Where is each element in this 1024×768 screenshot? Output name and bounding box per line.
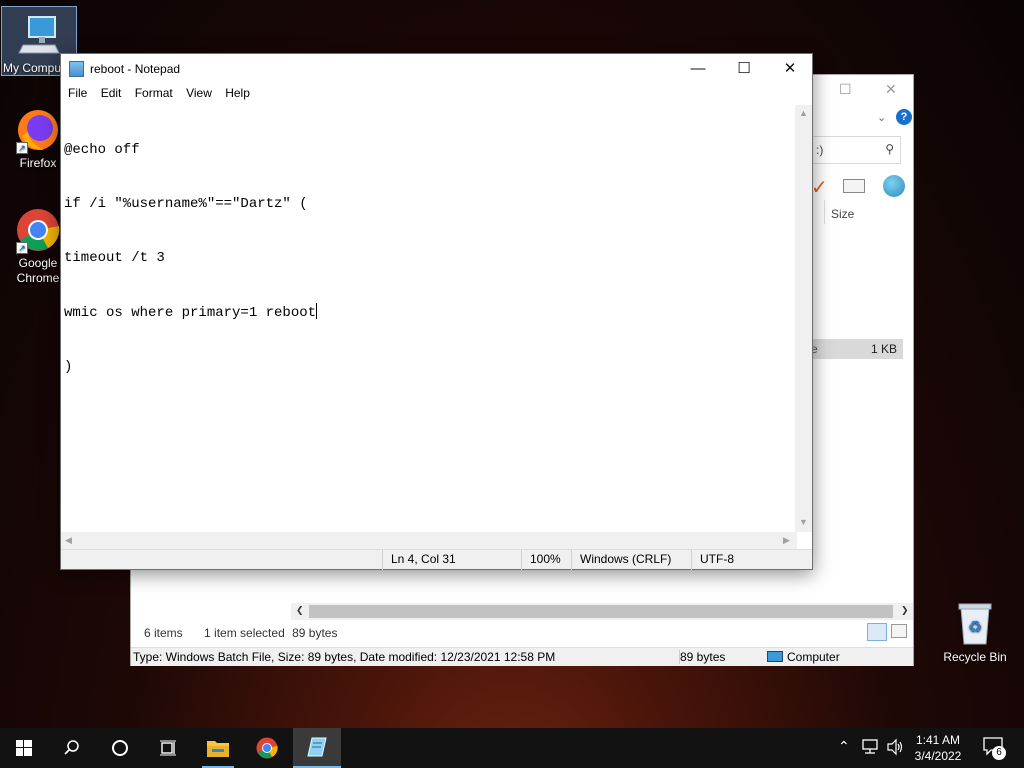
scroll-left-icon[interactable]: ❮ <box>296 605 304 616</box>
selection-count: 1 item selected <box>204 626 285 640</box>
chrome-icon: ↗ <box>14 206 62 254</box>
desktop-icon-label: Recycle Bin <box>943 650 1007 664</box>
windows-logo-icon <box>16 740 32 756</box>
item-count: 6 items <box>144 626 183 640</box>
show-hidden-icons-icon[interactable]: ⌃ <box>838 738 850 755</box>
folder-icon <box>207 741 229 757</box>
menu-help[interactable]: Help <box>220 84 255 102</box>
shortcut-arrow-icon: ↗ <box>16 242 28 254</box>
scroll-right-icon[interactable]: ❯ <box>901 605 909 616</box>
shortcut-arrow-icon: ↗ <box>16 142 28 154</box>
search-icon <box>64 740 79 755</box>
cursor-position: Ln 4, Col 31 <box>382 550 456 570</box>
chevron-down-icon[interactable]: ⌄ <box>877 111 886 124</box>
clock-date: 3/4/2022 <box>914 749 962 763</box>
editor-line: wmic os where primary=1 reboot <box>64 305 317 321</box>
clock[interactable]: 1:41 AM 3/4/2022 <box>906 732 970 764</box>
recycle-bin-icon: ♻ <box>951 600 999 648</box>
start-button[interactable] <box>0 728 48 768</box>
line-ending: Windows (CRLF) <box>571 550 671 570</box>
close-button[interactable]: ✕ <box>767 54 813 84</box>
maximize-button[interactable]: ☐ <box>721 54 767 84</box>
taskbar: ⌃ 1:41 AM 3/4/2022 6 <box>0 728 1024 768</box>
checkmark-icon[interactable]: ✓ <box>811 175 828 200</box>
chrome-icon <box>256 737 278 759</box>
selection-size: 89 bytes <box>292 626 338 640</box>
scroll-down-icon[interactable]: ▼ <box>799 517 808 527</box>
volume-icon[interactable] <box>886 738 904 759</box>
firefox-icon: ↗ <box>14 106 62 154</box>
editor-line: if /i "%username%"=="Dartz" ( <box>64 196 308 212</box>
menu-file[interactable]: File <box>63 84 92 102</box>
text-editor[interactable]: @echo off if /i "%username%"=="Dartz" ( … <box>61 105 797 581</box>
editor-line: timeout /t 3 <box>64 250 165 266</box>
horizontal-scrollbar[interactable]: ❮ ❯ <box>291 603 913 620</box>
search-input[interactable]: :) ⚲ <box>811 136 901 164</box>
scroll-right-icon[interactable]: ▶ <box>783 535 790 546</box>
editor-line: ) <box>64 359 73 375</box>
menu-edit[interactable]: Edit <box>96 84 127 102</box>
notepad-status-bar: Ln 4, Col 31 100% Windows (CRLF) UTF-8 <box>61 549 812 570</box>
notepad-icon <box>307 737 327 757</box>
selected-file-row[interactable]: e 1 KB <box>811 339 903 359</box>
file-details-size: 89 bytes <box>679 650 726 664</box>
toolbar-icons: ✓ <box>811 175 911 199</box>
zoom-level: 100% <box>521 550 561 570</box>
column-header-size[interactable]: Size <box>831 207 854 221</box>
editor-line-current: wmic os where primary=1 reboot <box>64 303 794 322</box>
encoding: UTF-8 <box>691 550 734 570</box>
taskbar-chrome[interactable] <box>243 728 291 768</box>
menu-format[interactable]: Format <box>130 84 178 102</box>
taskbar-notepad[interactable] <box>293 728 341 768</box>
notepad-titlebar[interactable]: reboot - Notepad — ☐ ✕ <box>61 54 812 84</box>
explorer-status-bar: 6 items 1 item selected 89 bytes <box>144 626 337 640</box>
file-size: 1 KB <box>870 342 897 356</box>
help-icon[interactable]: ? <box>896 109 912 125</box>
svg-text:♻: ♻ <box>968 617 982 636</box>
scroll-up-icon[interactable]: ▲ <box>799 108 808 118</box>
action-center-button[interactable]: 6 <box>982 736 1008 760</box>
menu-bar: File Edit Format View Help <box>61 84 812 104</box>
computer-icon <box>15 11 63 59</box>
close-icon[interactable]: ✕ <box>885 81 897 98</box>
details-view-icon[interactable] <box>867 623 887 641</box>
editor-line: @echo off <box>64 142 140 158</box>
computer-small-icon <box>767 651 783 662</box>
globe-icon[interactable] <box>883 175 905 197</box>
cortana-button[interactable] <box>96 728 144 768</box>
horizontal-scrollbar[interactable]: ◀ ▶ <box>61 532 797 549</box>
email-icon[interactable] <box>843 179 865 193</box>
task-view-icon <box>160 740 176 756</box>
notepad-icon <box>69 61 84 77</box>
search-button[interactable] <box>48 728 96 768</box>
cortana-ring-icon <box>112 740 128 756</box>
search-icon: ⚲ <box>885 142 894 156</box>
menu-view[interactable]: View <box>181 84 217 102</box>
details-status-bar: Type: Windows Batch File, Size: 89 bytes… <box>131 647 913 666</box>
large-icons-view-icon[interactable] <box>891 624 907 638</box>
network-icon[interactable] <box>862 739 880 758</box>
maximize-icon[interactable]: ☐ <box>839 81 852 98</box>
vertical-scrollbar[interactable]: ▲ ▼ <box>795 105 812 532</box>
clock-time: 1:41 AM <box>915 733 961 747</box>
file-details-text: Type: Windows Batch File, Size: 89 bytes… <box>133 650 556 664</box>
search-text: :) <box>816 143 824 157</box>
minimize-button[interactable]: — <box>675 54 721 84</box>
file-location: Computer <box>787 650 840 664</box>
notepad-window[interactable]: reboot - Notepad — ☐ ✕ File Edit Format … <box>60 53 813 570</box>
text-caret <box>316 303 318 319</box>
taskbar-file-explorer[interactable] <box>194 728 242 768</box>
window-title: reboot - Notepad <box>90 62 181 76</box>
scroll-left-icon[interactable]: ◀ <box>65 535 72 546</box>
desktop-icon-recycle-bin[interactable]: ♻ Recycle Bin <box>937 600 1013 665</box>
scroll-thumb[interactable] <box>309 605 893 618</box>
task-view-button[interactable] <box>144 728 192 768</box>
notification-badge: 6 <box>992 746 1006 760</box>
